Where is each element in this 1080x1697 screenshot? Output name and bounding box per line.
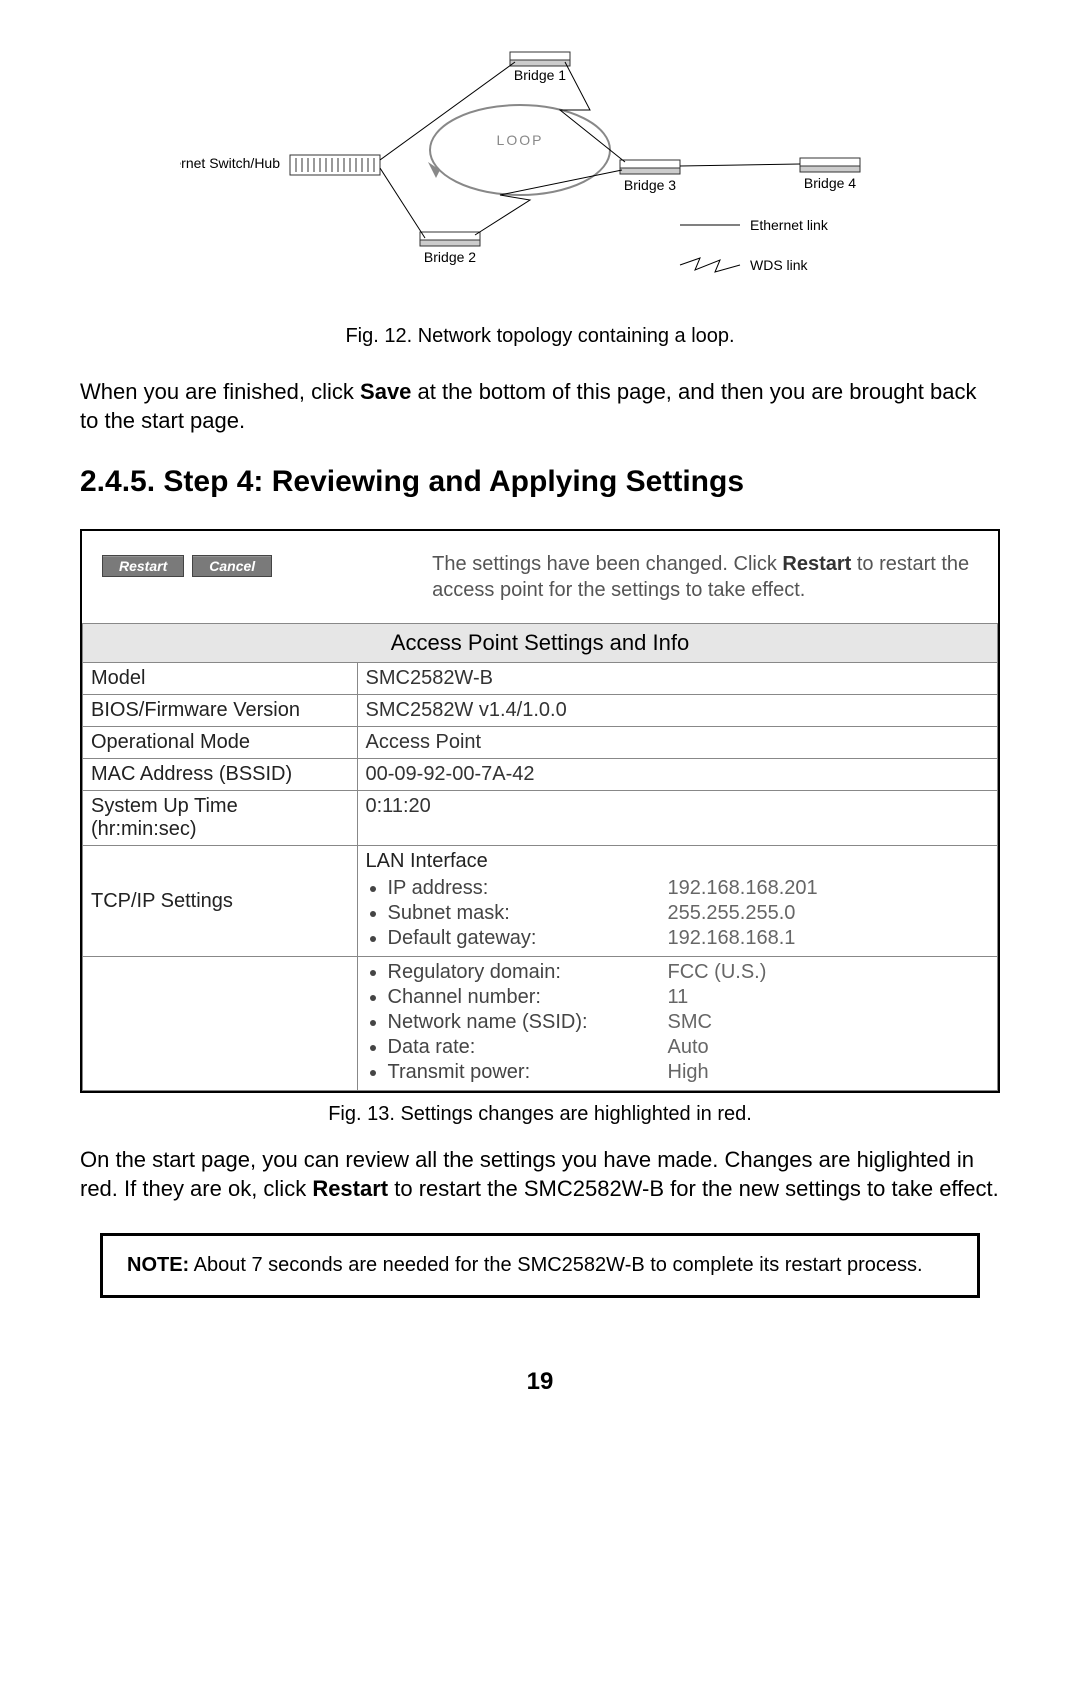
para1-prefix: When you are finished, click	[80, 379, 360, 404]
bridge4-label: Bridge 4	[804, 175, 856, 191]
mac-label: MAC Address (BSSID)	[83, 759, 358, 791]
bridge2-label: Bridge 2	[424, 249, 476, 265]
opmode-value: Access Point	[357, 727, 998, 759]
wireless-value: Regulatory domain:FCC (U.S.) Channel num…	[357, 957, 998, 1091]
subnet-key: Subnet mask:	[388, 902, 668, 925]
para1-bold: Save	[360, 379, 411, 404]
subnet-value: 255.255.255.0	[668, 902, 796, 925]
msg-line1: The settings have been changed. Click	[432, 553, 782, 575]
restart-button[interactable]: Restart	[102, 555, 184, 577]
ip-key: IP address:	[388, 877, 668, 900]
table-row: System Up Time (hr:min:sec) 0:11:20	[83, 791, 998, 846]
model-value: SMC2582W-B	[357, 663, 998, 695]
table-row: Model SMC2582W-B	[83, 663, 998, 695]
ip-value: 192.168.168.201	[668, 877, 818, 900]
loop-label: LOOP	[497, 132, 544, 148]
table-row: Regulatory domain:FCC (U.S.) Channel num…	[83, 957, 998, 1091]
model-label: Model	[83, 663, 358, 695]
chan-key: Channel number:	[388, 986, 668, 1009]
note-text: About 7 seconds are needed for the SMC25…	[189, 1254, 922, 1276]
page-number: 19	[80, 1368, 1000, 1396]
topology-diagram: Ethernet Switch/Hub LOOP Bridge 1 Bridge…	[80, 40, 1000, 305]
reg-value: FCC (U.S.)	[668, 961, 767, 984]
lan-interface-heading: LAN Interface	[366, 850, 990, 873]
table-group-header: Access Point Settings and Info	[83, 624, 998, 663]
tcpip-value: LAN Interface IP address:192.168.168.201…	[357, 846, 998, 957]
legend-ethernet: Ethernet link	[750, 217, 829, 233]
ssid-value: SMC	[668, 1011, 712, 1034]
chan-value: 11	[668, 986, 689, 1009]
txpower-value: High	[668, 1061, 709, 1084]
figure-12-caption: Fig. 12. Network topology containing a l…	[80, 325, 1000, 348]
uptime-label: System Up Time (hr:min:sec)	[83, 791, 358, 846]
gateway-key: Default gateway:	[388, 927, 668, 950]
para2-bold: Restart	[312, 1176, 388, 1201]
cancel-button[interactable]: Cancel	[192, 555, 272, 577]
settings-screenshot: Restart Cancel The settings have been ch…	[80, 529, 1000, 1093]
uptime-value: 0:11:20	[357, 791, 998, 846]
txpower-key: Transmit power:	[388, 1061, 668, 1084]
legend-wds: WDS link	[750, 257, 809, 273]
table-row: Operational Mode Access Point	[83, 727, 998, 759]
rate-value: Auto	[668, 1036, 709, 1059]
figure-13-caption: Fig. 13. Settings changes are highlighte…	[80, 1103, 1000, 1126]
wireless-label	[83, 957, 358, 1091]
reg-key: Regulatory domain:	[388, 961, 668, 984]
bios-label: BIOS/Firmware Version	[83, 695, 358, 727]
table-row: MAC Address (BSSID) 00-09-92-00-7A-42	[83, 759, 998, 791]
bridge1-label: Bridge 1	[514, 67, 566, 83]
settings-changed-message: The settings have been changed. Click Re…	[432, 551, 978, 603]
note-box: NOTE: About 7 seconds are needed for the…	[100, 1233, 980, 1298]
note-label: NOTE:	[127, 1254, 189, 1276]
rate-key: Data rate:	[388, 1036, 668, 1059]
bios-value: SMC2582W v1.4/1.0.0	[357, 695, 998, 727]
msg-restart-word: Restart	[782, 553, 851, 575]
paragraph-restart: On the start page, you can review all th…	[80, 1146, 1000, 1203]
switch-label: Ethernet Switch/Hub	[180, 155, 280, 171]
tcpip-label: TCP/IP Settings	[83, 846, 358, 957]
section-heading: 2.4.5. Step 4: Reviewing and Applying Se…	[80, 465, 1000, 499]
ssid-key: Network name (SSID):	[388, 1011, 668, 1034]
opmode-label: Operational Mode	[83, 727, 358, 759]
bridge3-label: Bridge 3	[624, 177, 676, 193]
para2-suffix: to restart the SMC2582W-B for the new se…	[388, 1176, 999, 1201]
gateway-value: 192.168.168.1	[668, 927, 796, 950]
mac-value: 00-09-92-00-7A-42	[357, 759, 998, 791]
paragraph-save: When you are finished, click Save at the…	[80, 378, 1000, 435]
table-row: BIOS/Firmware Version SMC2582W v1.4/1.0.…	[83, 695, 998, 727]
table-row: TCP/IP Settings LAN Interface IP address…	[83, 846, 998, 957]
settings-table: Access Point Settings and Info Model SMC…	[82, 623, 998, 1091]
